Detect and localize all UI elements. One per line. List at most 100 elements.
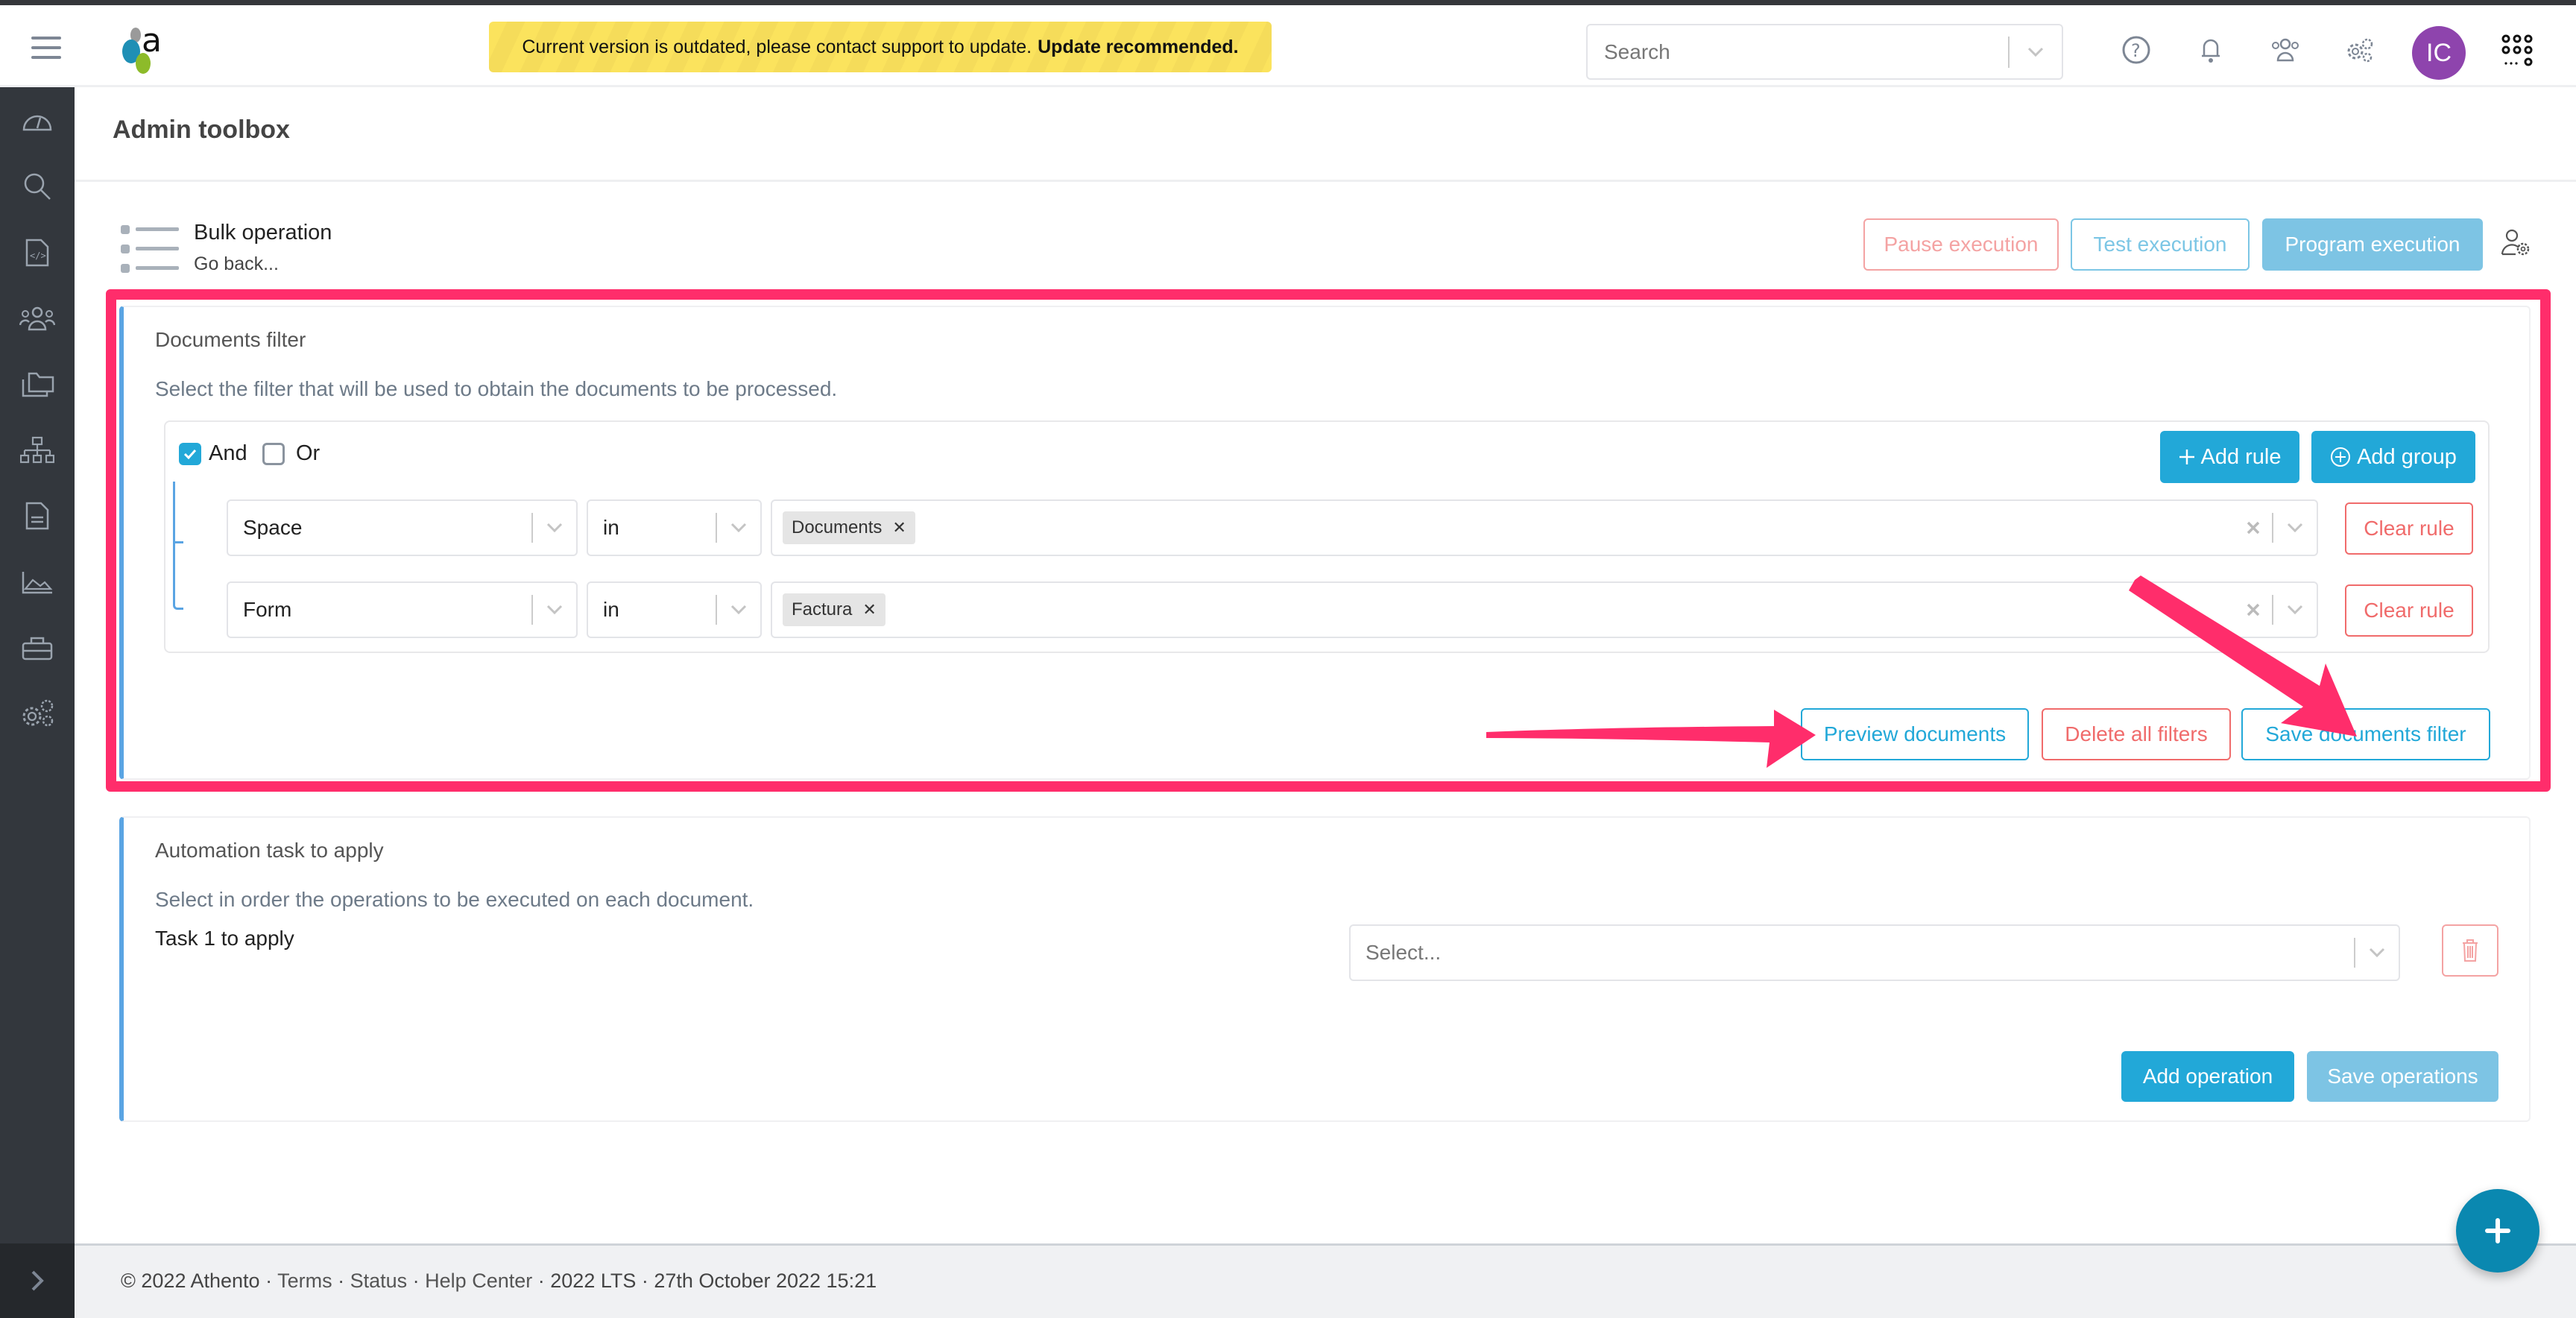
settings-icon[interactable] [2343, 34, 2376, 66]
user-settings-icon[interactable] [2501, 227, 2531, 257]
footer-separator: · [338, 1270, 350, 1292]
svg-text:a: a [142, 22, 162, 60]
save-operations-button[interactable]: Save operations [2307, 1051, 2498, 1102]
search-icon [24, 173, 51, 200]
save-documents-filter-button[interactable]: Save documents filter [2241, 708, 2490, 760]
rule-1-value-multiselect[interactable]: Documents ✕ [771, 499, 2318, 556]
or-checkbox[interactable] [262, 443, 285, 465]
and-label: And [209, 441, 247, 465]
user-avatar[interactable]: IC [2412, 26, 2466, 80]
clear-values-icon[interactable] [2235, 602, 2272, 617]
tag-label: Factura [792, 599, 853, 619]
banner-bold-text: Update recommended. [1038, 36, 1239, 57]
footer-link-status[interactable]: Status [350, 1270, 408, 1292]
footer-link-help-center[interactable]: Help Center [425, 1270, 532, 1292]
svg-text:</>: </> [30, 250, 46, 261]
rule-2-values: Factura ✕ [772, 593, 2235, 626]
check-icon [183, 449, 197, 459]
footer-version: 2022 LTS [550, 1270, 637, 1292]
automation-description: Select in order the operations to be exe… [155, 888, 754, 911]
athento-logo[interactable]: a [119, 22, 171, 78]
clear-rule-2-button[interactable]: Clear rule [2345, 584, 2473, 637]
remove-tag-icon[interactable]: ✕ [862, 600, 876, 619]
gauge-icon [22, 115, 52, 131]
sidebar-item-reports[interactable] [15, 560, 60, 605]
sidebar-expand-button[interactable] [0, 1243, 75, 1318]
rule-group-connector [173, 482, 183, 610]
sidebar-item-code-document[interactable]: </> [15, 230, 60, 275]
task-1-label: Task 1 to apply [155, 927, 294, 950]
rule-1-operator-select[interactable]: in [587, 499, 762, 556]
go-back-link[interactable]: Go back... [194, 253, 279, 275]
add-rule-button[interactable]: Add rule [2160, 431, 2299, 483]
rule-1-operator-value: in [603, 516, 619, 539]
sidebar-item-settings[interactable] [15, 691, 60, 736]
top-header: a Current version is outdated, please co… [0, 5, 2576, 87]
chevron-right-icon [31, 1270, 44, 1291]
help-icon[interactable]: ? [2120, 34, 2153, 66]
chevron-down-icon[interactable] [533, 523, 576, 533]
footer-separator: · [412, 1270, 426, 1292]
rule-2-operator-select[interactable]: in [587, 581, 762, 638]
add-rule-label: Add rule [2200, 444, 2282, 469]
chevron-down-icon[interactable] [2355, 947, 2399, 958]
rule-2-operator-value: in [603, 598, 619, 621]
global-search[interactable]: Search [1586, 24, 2063, 80]
pause-execution-button[interactable]: Pause execution [1863, 218, 2059, 271]
users-icon[interactable] [2269, 34, 2302, 66]
sidebar-item-documents[interactable] [15, 494, 60, 538]
add-group-label: Add group [2357, 444, 2457, 469]
sidebar-item-search[interactable] [15, 164, 60, 209]
clear-rule-1-button[interactable]: Clear rule [2345, 502, 2473, 555]
rule-connector-tick [173, 541, 183, 543]
trash-icon [2463, 939, 2478, 962]
and-checkbox[interactable] [179, 443, 201, 465]
title-divider [75, 180, 2576, 182]
sidebar-item-folders[interactable] [15, 362, 60, 406]
delete-all-filters-button[interactable]: Delete all filters [2042, 708, 2231, 760]
filter-description: Select the filter that will be used to o… [155, 377, 838, 400]
area-chart-icon [22, 572, 53, 594]
footer-separator: · [265, 1270, 278, 1292]
remove-tag-icon[interactable]: ✕ [892, 518, 906, 537]
footer-link-terms[interactable]: Terms [277, 1270, 332, 1292]
chevron-down-icon[interactable] [2273, 605, 2317, 615]
toolbox-icon [22, 637, 53, 660]
add-group-button[interactable]: Add group [2311, 431, 2475, 483]
window-top-strip [0, 0, 2576, 5]
banner-text: Current version is outdated, please cont… [522, 36, 1032, 57]
preview-documents-button[interactable]: Preview documents [1801, 708, 2029, 760]
query-builder: And Or Add rule Add group Space in Docum… [164, 420, 2490, 653]
bell-icon[interactable] [2194, 34, 2227, 66]
rule-2-value-multiselect[interactable]: Factura ✕ [771, 581, 2318, 638]
documents-filter-panel: Documents filter Select the filter that … [119, 306, 2531, 780]
task-1-select[interactable]: Select... [1349, 924, 2400, 981]
automation-title: Automation task to apply [155, 839, 384, 862]
chevron-down-icon[interactable] [717, 523, 760, 533]
search-input[interactable]: Search [1588, 40, 2008, 64]
rule-1-field-select[interactable]: Space [227, 499, 578, 556]
sidebar-item-teams[interactable] [15, 296, 60, 341]
add-operation-button[interactable]: Add operation [2121, 1051, 2294, 1102]
footer-date: 27th October 2022 15:21 [654, 1270, 877, 1292]
chevron-down-icon[interactable] [533, 605, 576, 615]
program-execution-button[interactable]: Program execution [2262, 218, 2483, 271]
sidebar-item-dashboard[interactable] [15, 98, 60, 143]
chevron-down-icon[interactable] [717, 605, 760, 615]
chevron-down-icon[interactable] [2010, 42, 2062, 62]
clear-values-icon[interactable] [2235, 520, 2272, 535]
menu-toggle-button[interactable] [31, 37, 61, 59]
sidebar-item-hierarchy[interactable] [15, 428, 60, 473]
sidebar-item-toolbox[interactable] [15, 625, 60, 670]
page-title: Admin toolbox [113, 116, 290, 144]
test-execution-button[interactable]: Test execution [2071, 218, 2250, 271]
sitemap-icon [20, 436, 54, 464]
rule-2-field-select[interactable]: Form [227, 581, 578, 638]
folders-icon [22, 372, 54, 397]
footer-separator: · [537, 1270, 551, 1292]
apps-grid-icon[interactable] [2501, 34, 2534, 69]
delete-task-button[interactable] [2442, 924, 2498, 977]
chevron-down-icon[interactable] [2273, 523, 2317, 533]
hamburger-line [31, 37, 61, 40]
floating-add-button[interactable] [2456, 1189, 2539, 1273]
